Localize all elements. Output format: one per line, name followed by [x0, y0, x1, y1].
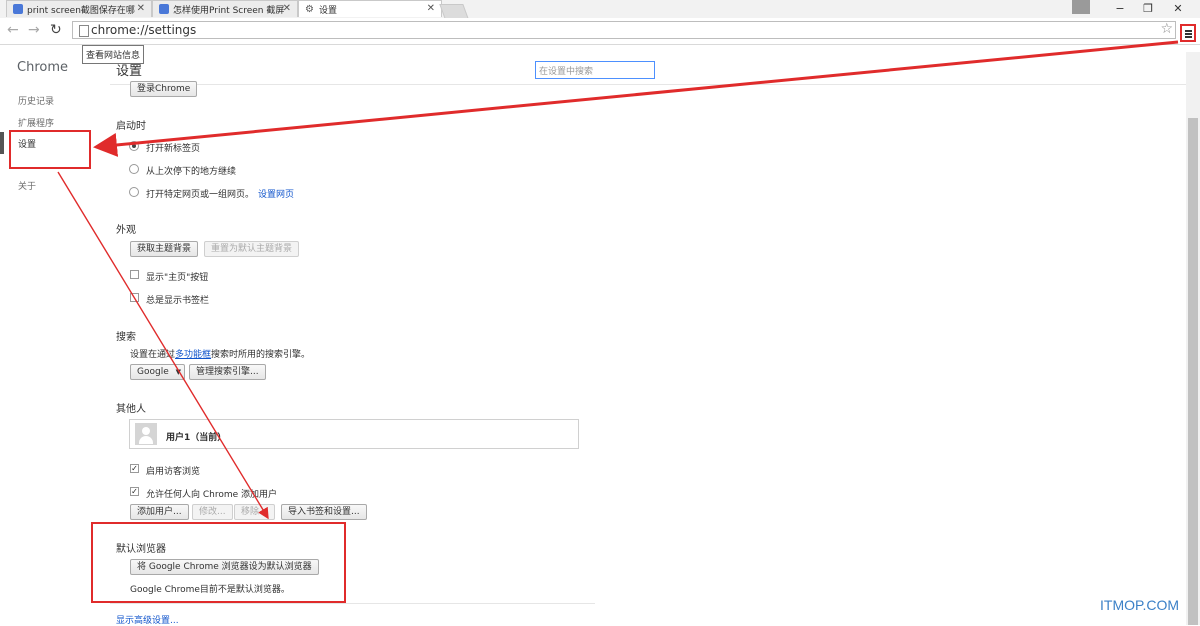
startup-radio-specific[interactable] [129, 187, 139, 197]
get-themes-button[interactable]: 获取主题背景 [130, 241, 199, 257]
guest-browsing-checkbox[interactable]: ✓ [130, 464, 139, 473]
show-home-label: 显示"主页"按钮 [146, 273, 209, 283]
page-info-icon[interactable] [79, 25, 89, 37]
tab-title: print screen截图保存在哪 [27, 5, 135, 16]
show-advanced-link[interactable]: 显示高级设置... [116, 613, 179, 626]
avatar-body [139, 436, 153, 444]
section-divider [110, 603, 595, 604]
tab-strip: print screen截图保存在哪 ✕ 怎样使用Print Screen 截屏… [0, 0, 1200, 19]
scrollbar-thumb[interactable] [1188, 118, 1198, 625]
profile-avatar-icon[interactable] [1072, 0, 1090, 14]
people-heading: 其他人 [116, 404, 146, 415]
tab-settings[interactable]: ⚙ 设置 ✕ [298, 0, 442, 17]
omnibox-link[interactable]: 多功能框 [175, 350, 211, 360]
startup-option-label: 从上次停下的地方继续 [146, 167, 237, 177]
gear-icon: ⚙ [305, 3, 314, 15]
menu-line [1185, 33, 1192, 35]
paw-favicon-icon [159, 4, 169, 14]
tooltip: 查看网站信息 [82, 45, 145, 64]
watermark: ITMOP.COM [1100, 597, 1180, 613]
profile-name: 用户1（当前） [166, 433, 227, 443]
search-description: 设置在通过多功能框搜索时所用的搜索引擎。 [130, 347, 310, 360]
startup-option-label: 打开新标签页 [146, 144, 201, 154]
back-arrow-icon[interactable]: ← [7, 22, 19, 38]
guest-browsing-label: 启用访客浏览 [146, 467, 201, 477]
show-bookmarks-label: 总是显示书签栏 [146, 296, 210, 306]
appearance-heading: 外观 [116, 225, 136, 236]
annotation-box-settings [9, 130, 91, 169]
allow-add-user-checkbox[interactable]: ✓ [130, 487, 139, 496]
startup-option-text: 打开特定网页或一组网页。 [146, 190, 255, 200]
annotation-box-default-browser [91, 522, 346, 603]
manage-search-engines-button[interactable]: 管理搜索引擎... [189, 364, 266, 380]
tab-print-screen-2[interactable]: 怎样使用Print Screen 截屏 ✕ [152, 0, 298, 17]
search-desc-after: 搜索时所用的搜索引擎。 [211, 350, 311, 360]
minimize-button[interactable]: − [1108, 0, 1132, 17]
new-tab-button[interactable] [439, 4, 469, 19]
menu-line [1185, 36, 1192, 38]
annotation-arrow-to-settings [93, 40, 1179, 157]
toolbar: ← → ↻ chrome://settings ☆ [0, 18, 1200, 45]
bookmark-star-icon[interactable]: ☆ [1160, 21, 1173, 37]
paw-favicon-icon [13, 4, 23, 14]
forward-arrow-icon[interactable]: → [28, 22, 40, 38]
sidebar-item-about[interactable]: 关于 [18, 179, 36, 192]
close-window-button[interactable]: ✕ [1166, 0, 1190, 17]
add-user-button[interactable]: 添加用户... [130, 504, 189, 520]
search-desc-before: 设置在通过 [130, 350, 176, 360]
reload-icon[interactable]: ↻ [50, 22, 62, 38]
import-bookmarks-button[interactable]: 导入书签和设置... [281, 504, 367, 520]
close-tab-icon[interactable]: ✕ [427, 3, 435, 14]
address-bar[interactable]: chrome://settings ☆ [72, 21, 1176, 39]
settings-search-input[interactable]: 在设置中搜索 [535, 61, 655, 79]
tab-title: 设置 [319, 5, 338, 16]
close-tab-icon[interactable]: ✕ [283, 3, 291, 14]
show-home-checkbox[interactable] [130, 270, 139, 279]
close-tab-icon[interactable]: ✕ [137, 3, 145, 14]
chrome-menu-button[interactable] [1180, 24, 1196, 42]
set-pages-link[interactable]: 设置网页 [258, 190, 294, 200]
startup-heading: 启动时 [116, 121, 146, 132]
url-text: chrome://settings [91, 23, 197, 37]
signin-chrome-button[interactable]: 登录Chrome [130, 81, 198, 97]
menu-line [1185, 30, 1192, 32]
search-heading: 搜索 [116, 332, 136, 343]
restore-button[interactable]: ❐ [1136, 0, 1160, 17]
sidebar-selected-indicator [0, 132, 4, 154]
startup-radio-newtab[interactable] [129, 141, 139, 151]
dropdown-arrow-icon: ▼ [175, 368, 181, 376]
sidebar-item-extensions[interactable]: 扩展程序 [18, 116, 54, 129]
reset-theme-button[interactable]: 重置为默认主题背景 [204, 241, 300, 257]
show-bookmarks-checkbox[interactable] [130, 293, 139, 302]
allow-add-user-label: 允许任何人向 Chrome 添加用户 [146, 490, 278, 500]
sidebar-brand: Chrome [17, 60, 68, 75]
remove-user-button[interactable]: 移除... [234, 504, 275, 520]
avatar-head [142, 427, 150, 435]
tab-title: 怎样使用Print Screen 截屏 [173, 5, 285, 16]
search-engine-select[interactable]: Google ▼ [130, 364, 185, 380]
sidebar-item-history[interactable]: 历史记录 [18, 94, 54, 107]
header-divider [110, 84, 1190, 85]
startup-radio-continue[interactable] [129, 164, 139, 174]
user-avatar-icon [135, 423, 157, 445]
startup-option-label: 打开特定网页或一组网页。 设置网页 [146, 187, 294, 200]
search-engine-value: Google [137, 367, 169, 377]
tab-print-screen-1[interactable]: print screen截图保存在哪 ✕ [6, 0, 152, 17]
edit-user-button[interactable]: 修改... [192, 504, 233, 520]
